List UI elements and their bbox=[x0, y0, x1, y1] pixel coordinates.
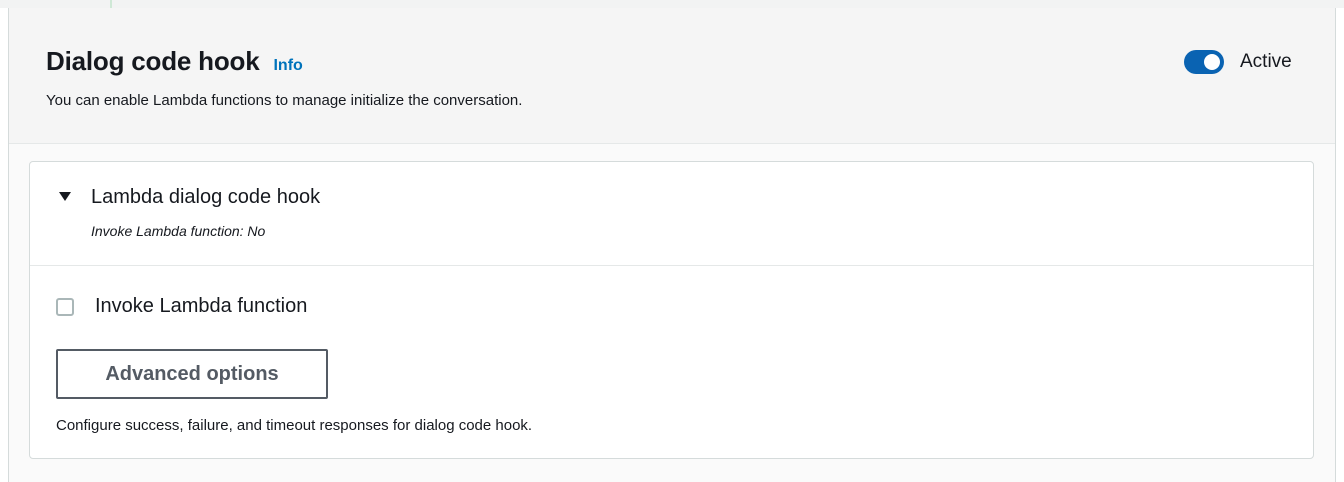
top-strip bbox=[0, 0, 1344, 8]
toggle-knob bbox=[1204, 54, 1220, 70]
active-toggle[interactable] bbox=[1184, 50, 1224, 74]
dialog-code-hook-panel: Dialog code hook Info You can enable Lam… bbox=[8, 8, 1336, 482]
panel-title: Dialog code hook bbox=[46, 46, 260, 76]
title-row: Dialog code hook Info bbox=[46, 46, 303, 77]
advanced-options-hint: Configure success, failure, and timeout … bbox=[56, 417, 533, 434]
invoke-lambda-label[interactable]: Invoke Lambda function bbox=[95, 295, 307, 318]
invoke-lambda-row: Invoke Lambda function bbox=[56, 295, 307, 318]
top-tick-mark bbox=[110, 0, 112, 8]
panel-description: You can enable Lambda functions to manag… bbox=[46, 92, 523, 109]
lambda-dialog-code-hook-card: Lambda dialog code hook Invoke Lambda fu… bbox=[29, 161, 1314, 459]
active-toggle-group: Active bbox=[1184, 50, 1292, 74]
invoke-lambda-checkbox[interactable] bbox=[56, 297, 74, 316]
section-title[interactable]: Lambda dialog code hook bbox=[91, 186, 320, 209]
section-subtitle: Invoke Lambda function: No bbox=[91, 223, 266, 239]
caret-down-icon[interactable] bbox=[59, 192, 71, 201]
info-link[interactable]: Info bbox=[273, 57, 302, 75]
advanced-options-button[interactable]: Advanced options bbox=[56, 349, 328, 399]
active-toggle-label: Active bbox=[1240, 51, 1292, 72]
expandable-section-header[interactable]: Lambda dialog code hook Invoke Lambda fu… bbox=[30, 162, 1313, 266]
panel-header: Dialog code hook Info You can enable Lam… bbox=[9, 8, 1335, 144]
